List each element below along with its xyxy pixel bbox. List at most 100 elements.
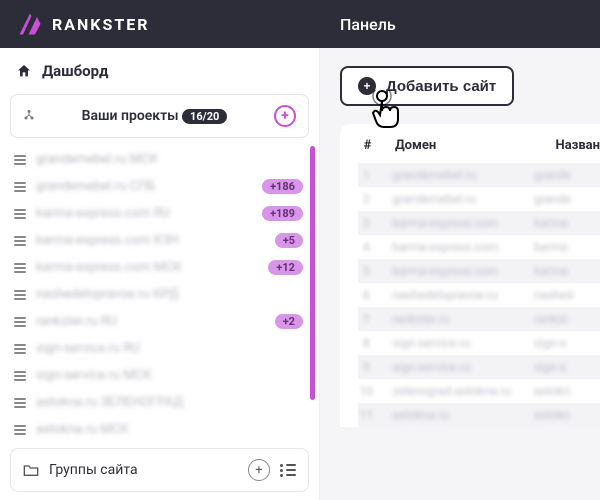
row-num: 8 <box>358 336 374 350</box>
project-item[interactable]: karma-express.com RU +189 <box>10 200 315 227</box>
drag-icon[interactable] <box>14 371 26 381</box>
home-icon <box>16 63 32 79</box>
drag-icon[interactable] <box>14 209 26 219</box>
row-num: 4 <box>358 240 374 254</box>
project-name: astokna.ru МСК <box>36 422 303 437</box>
col-name: Назван <box>556 138 600 153</box>
row-domain: astokna.ru <box>392 408 516 422</box>
row-name: astokn <box>534 384 600 398</box>
drag-icon[interactable] <box>14 290 26 300</box>
brand-name: RANKSTER <box>52 15 149 34</box>
nav-dashboard[interactable]: Дашборд <box>0 48 319 94</box>
project-name: nashedelopravoe.ru КРД <box>36 287 303 302</box>
row-num: 10 <box>358 384 374 398</box>
content: + Добавить сайт # Домен Назван 1grandeme… <box>320 48 600 500</box>
brand[interactable]: RANKSTER <box>0 0 320 48</box>
groups-label: Группы сайта <box>49 462 238 478</box>
table-row[interactable]: 10 zelenograd.astokna.ru astokn <box>358 379 600 403</box>
project-badge: +2 <box>275 314 303 329</box>
site-groups[interactable]: Группы сайта + <box>10 448 309 492</box>
header-title: Панель <box>320 0 600 48</box>
row-name: astokn <box>534 408 600 422</box>
project-item[interactable]: rankster.ru RU+2 <box>10 308 315 335</box>
brand-logo-icon <box>16 10 44 38</box>
sidebar: Дашборд Ваши проекты 16/20 + grandemebel… <box>0 48 320 500</box>
project-item[interactable]: astokna.ru МСК <box>10 416 315 440</box>
drag-icon[interactable] <box>14 263 26 273</box>
row-domain: sign-service.ru <box>392 336 516 350</box>
add-group-button[interactable]: + <box>248 459 270 481</box>
list-view-icon[interactable] <box>280 464 296 477</box>
project-item[interactable]: karma-express.com МСК +12 <box>10 254 315 281</box>
table-row[interactable]: 7 rankster.ru rankst <box>358 307 600 331</box>
projects-header[interactable]: Ваши проекты 16/20 + <box>10 94 309 138</box>
project-badge: +5 <box>275 233 303 248</box>
row-domain: karma-express.com <box>392 240 516 254</box>
drag-icon[interactable] <box>14 398 26 408</box>
drag-icon[interactable] <box>14 182 26 192</box>
project-badge: +12 <box>268 260 303 275</box>
row-domain: sign-service.ru <box>392 360 516 374</box>
row-name: grande <box>534 168 600 182</box>
table-row[interactable]: 6nashedelopravoe.runashed <box>358 283 600 307</box>
col-domain: Домен <box>395 138 538 153</box>
project-item[interactable]: nashedelopravoe.ru КРД <box>10 281 315 308</box>
row-name: rankst <box>534 312 600 326</box>
drag-icon[interactable] <box>14 236 26 246</box>
row-num: 7 <box>358 312 374 326</box>
project-item[interactable]: sign-service.ru МСК <box>10 362 315 389</box>
drag-icon[interactable] <box>14 425 26 435</box>
table-row[interactable]: 5 karma-express.com karma <box>358 259 600 283</box>
add-site-button[interactable]: + Добавить сайт <box>340 66 514 106</box>
projects-count-badge: 16/20 <box>182 109 227 124</box>
drag-icon[interactable] <box>14 344 26 354</box>
drag-icon[interactable] <box>14 317 26 327</box>
drag-icon[interactable] <box>14 155 26 165</box>
table-row[interactable]: 4karma-express.comkarma <box>358 235 600 259</box>
table-row[interactable]: 9 sign-service.ru sign-s <box>358 355 600 379</box>
table-row[interactable]: 3karma-express.comkarma <box>358 211 600 235</box>
table-header: # Домен Назван <box>358 138 600 163</box>
project-item[interactable]: grandemebel.ru МСК <box>10 146 315 173</box>
project-name: karma-express.com RU <box>36 206 252 221</box>
table-row[interactable]: 2grandemebel.rugrande <box>358 187 600 211</box>
project-item[interactable]: astokna.ru ЗЕЛЕНОГРАД <box>10 389 315 416</box>
project-badge: +186 <box>262 179 303 194</box>
row-name: sign-s <box>534 360 600 374</box>
row-num: 9 <box>358 360 374 374</box>
folder-icon <box>23 463 39 477</box>
row-domain: karma-express.com <box>392 264 516 278</box>
project-item[interactable]: karma-express.com КЗН +5 <box>10 227 315 254</box>
table-row[interactable]: 1grandemebel.rugrande <box>358 163 600 187</box>
scrollbar[interactable] <box>310 146 315 400</box>
add-site-label: Добавить сайт <box>386 78 496 95</box>
project-item[interactable]: grandemebel.ru СПБ +186 <box>10 173 315 200</box>
projects-label: Ваши проекты 16/20 <box>45 108 264 124</box>
project-name: astokna.ru ЗЕЛЕНОГРАД <box>36 395 303 410</box>
row-name: sign-s <box>534 336 600 350</box>
project-name: grandemebel.ru СПБ <box>36 179 252 194</box>
row-domain: zelenograd.astokna.ru <box>392 384 516 398</box>
row-name: grande <box>534 192 600 206</box>
project-list: grandemebel.ru МСК grandemebel.ru СПБ +186… <box>0 146 319 440</box>
row-num: 5 <box>358 264 374 278</box>
row-domain: rankster.ru <box>392 312 516 326</box>
row-domain: nashedelopravoe.ru <box>392 288 516 302</box>
dashboard-label: Дашборд <box>42 62 108 80</box>
project-item[interactable]: sign-service.ru RU <box>10 335 315 362</box>
row-name: karma <box>534 216 600 230</box>
row-num: 11 <box>358 408 374 422</box>
table-row[interactable]: 11 astokna.ru astokn <box>358 403 600 427</box>
row-domain: grandemebel.ru <box>392 168 516 182</box>
sites-table: # Домен Назван 1grandemebel.rugrande2gra… <box>340 124 600 427</box>
row-domain: karma-express.com <box>392 216 516 230</box>
add-project-button[interactable]: + <box>274 105 296 127</box>
project-badge: +189 <box>262 206 303 221</box>
plus-icon: + <box>358 77 376 95</box>
tree-icon <box>23 109 35 124</box>
project-name: sign-service.ru МСК <box>36 368 303 383</box>
project-name: karma-express.com МСК <box>36 260 258 275</box>
table-row[interactable]: 8 sign-service.ru sign-s <box>358 331 600 355</box>
project-name: karma-express.com КЗН <box>36 233 265 248</box>
row-name: karma <box>534 264 600 278</box>
